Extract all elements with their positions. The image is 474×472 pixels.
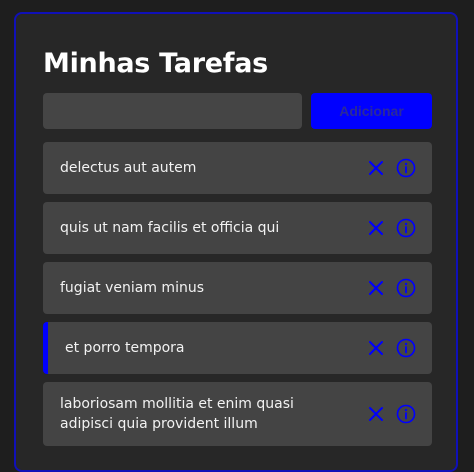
task-actions — [366, 218, 416, 238]
task-text: et porro tempora — [65, 340, 185, 356]
info-icon[interactable] — [396, 404, 416, 424]
page-title: Minhas Tarefas — [43, 48, 268, 79]
task-item[interactable]: laboriosam mollitia et enim quasi adipis… — [43, 382, 432, 446]
task-item-selected[interactable]: et porro tempora — [43, 322, 432, 374]
task-actions — [366, 338, 416, 358]
add-task-button[interactable]: Adicionar — [311, 93, 432, 129]
task-input[interactable] — [43, 93, 302, 129]
task-actions — [366, 278, 416, 298]
task-text: laboriosam mollitia et enim quasi adipis… — [60, 396, 294, 432]
close-icon[interactable] — [366, 404, 386, 424]
task-text: fugiat veniam minus — [60, 280, 204, 296]
close-icon[interactable] — [366, 278, 386, 298]
task-item[interactable]: delectus aut autem — [43, 142, 432, 194]
info-icon[interactable] — [396, 278, 416, 298]
task-text: delectus aut autem — [60, 160, 197, 176]
todo-panel: Minhas Tarefas Adicionar delectus aut au… — [14, 12, 458, 472]
task-list: delectus aut autem quis ut nam facilis e… — [43, 142, 432, 454]
info-icon[interactable] — [396, 158, 416, 178]
close-icon[interactable] — [366, 158, 386, 178]
info-icon[interactable] — [396, 338, 416, 358]
task-text: quis ut nam facilis et officia qui — [60, 220, 280, 236]
close-icon[interactable] — [366, 338, 386, 358]
task-item[interactable]: quis ut nam facilis et officia qui — [43, 202, 432, 254]
task-actions — [366, 158, 416, 178]
task-actions — [366, 404, 416, 424]
task-item[interactable]: fugiat veniam minus — [43, 262, 432, 314]
close-icon[interactable] — [366, 218, 386, 238]
info-icon[interactable] — [396, 218, 416, 238]
